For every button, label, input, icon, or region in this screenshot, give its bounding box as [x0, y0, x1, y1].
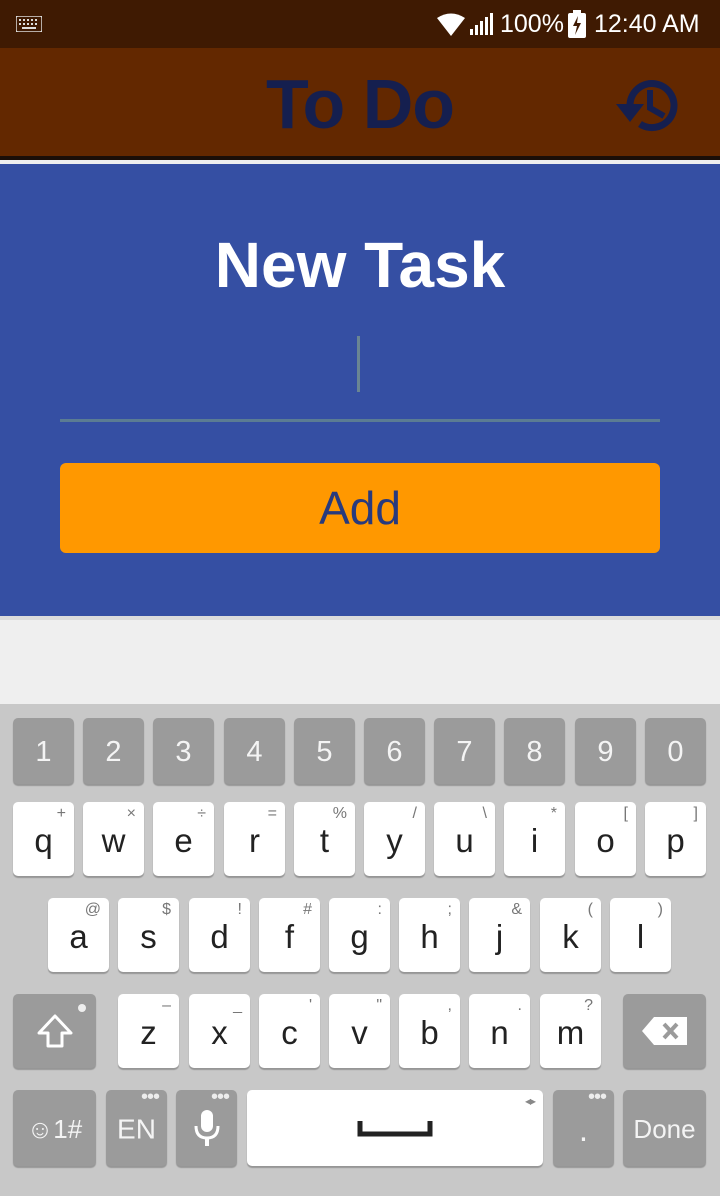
task-input[interactable] [60, 332, 660, 422]
language-key[interactable]: ••• EN [106, 1086, 167, 1166]
key-2[interactable]: 2 [83, 718, 144, 784]
key-d[interactable]: ! d [189, 898, 250, 972]
key-t[interactable]: % t [294, 802, 355, 876]
voice-input-key[interactable]: ••• [176, 1086, 237, 1166]
key-0[interactable]: 0 [645, 718, 706, 784]
key-p[interactable]: ] p [645, 802, 706, 876]
key-4[interactable]: 4 [224, 718, 285, 784]
key-n[interactable]: .n [469, 994, 530, 1068]
key-s[interactable]: $ s [118, 898, 179, 972]
key-l[interactable]: ) l [610, 898, 671, 972]
app-bar: To Do [0, 48, 720, 160]
key-c[interactable]: ' c [259, 994, 320, 1068]
backspace-icon [623, 994, 706, 1068]
key-v[interactable]: " v [329, 994, 390, 1068]
key-7[interactable]: 7 [434, 718, 495, 784]
new-task-panel: New Task Add [0, 164, 720, 616]
key-8[interactable]: 8 [504, 718, 565, 784]
keyboard-icon [16, 16, 42, 32]
text-caret [357, 336, 360, 392]
key-w[interactable]: × w [83, 802, 144, 876]
key-9[interactable]: 9 [575, 718, 636, 784]
new-task-title: New Task [214, 229, 506, 301]
status-bar: 100% 12:40 AM [0, 0, 720, 48]
key-5[interactable]: 5 [294, 718, 355, 784]
key-1[interactable]: 1 [13, 718, 74, 784]
key-e[interactable]: ÷ e [153, 802, 214, 876]
shift-key[interactable] [13, 994, 96, 1068]
key-g[interactable]: :g [329, 898, 390, 972]
key-b[interactable]: ,b [399, 994, 460, 1068]
key-x[interactable]: _ x [189, 994, 250, 1068]
battery-percent: 100% [500, 10, 564, 38]
history-icon[interactable] [610, 70, 688, 142]
key-i[interactable]: * i [504, 802, 565, 876]
period-key[interactable]: ••• . [553, 1086, 614, 1166]
key-f[interactable]: # f [259, 898, 320, 972]
key-k[interactable]: (k [540, 898, 601, 972]
key-a[interactable]: @ a [48, 898, 109, 972]
key-h[interactable]: ; h [399, 898, 460, 972]
key-3[interactable]: 3 [153, 718, 214, 784]
microphone-icon [176, 1090, 237, 1166]
clock: 12:40 AM [594, 10, 700, 38]
keyboard: 1 2 3 4 5 6 7 8 9 0 + q × w ÷ e = r % t / y \ u… [0, 704, 720, 1196]
battery-charging-icon [568, 10, 586, 38]
done-key[interactable]: Done [623, 1090, 706, 1166]
symbols-key[interactable]: ☺1# [13, 1090, 96, 1166]
space-bar-icon [247, 1090, 543, 1166]
key-y[interactable]: / y [364, 802, 425, 876]
add-button[interactable]: Add [60, 463, 660, 553]
key-j[interactable]: & j [469, 898, 530, 972]
key-6[interactable]: 6 [364, 718, 425, 784]
key-o[interactable]: [o [575, 802, 636, 876]
key-z[interactable]: – z [118, 994, 179, 1068]
key-q[interactable]: + q [13, 802, 74, 876]
space-key[interactable]: ◂▸ [247, 1090, 543, 1166]
key-m[interactable]: ? m [540, 994, 601, 1068]
backspace-key[interactable] [623, 994, 706, 1068]
key-u[interactable]: \ u [434, 802, 495, 876]
wifi-icon [437, 13, 465, 36]
key-r[interactable]: = r [224, 802, 285, 876]
panel-divider [0, 616, 720, 620]
signal-icon [470, 13, 493, 35]
